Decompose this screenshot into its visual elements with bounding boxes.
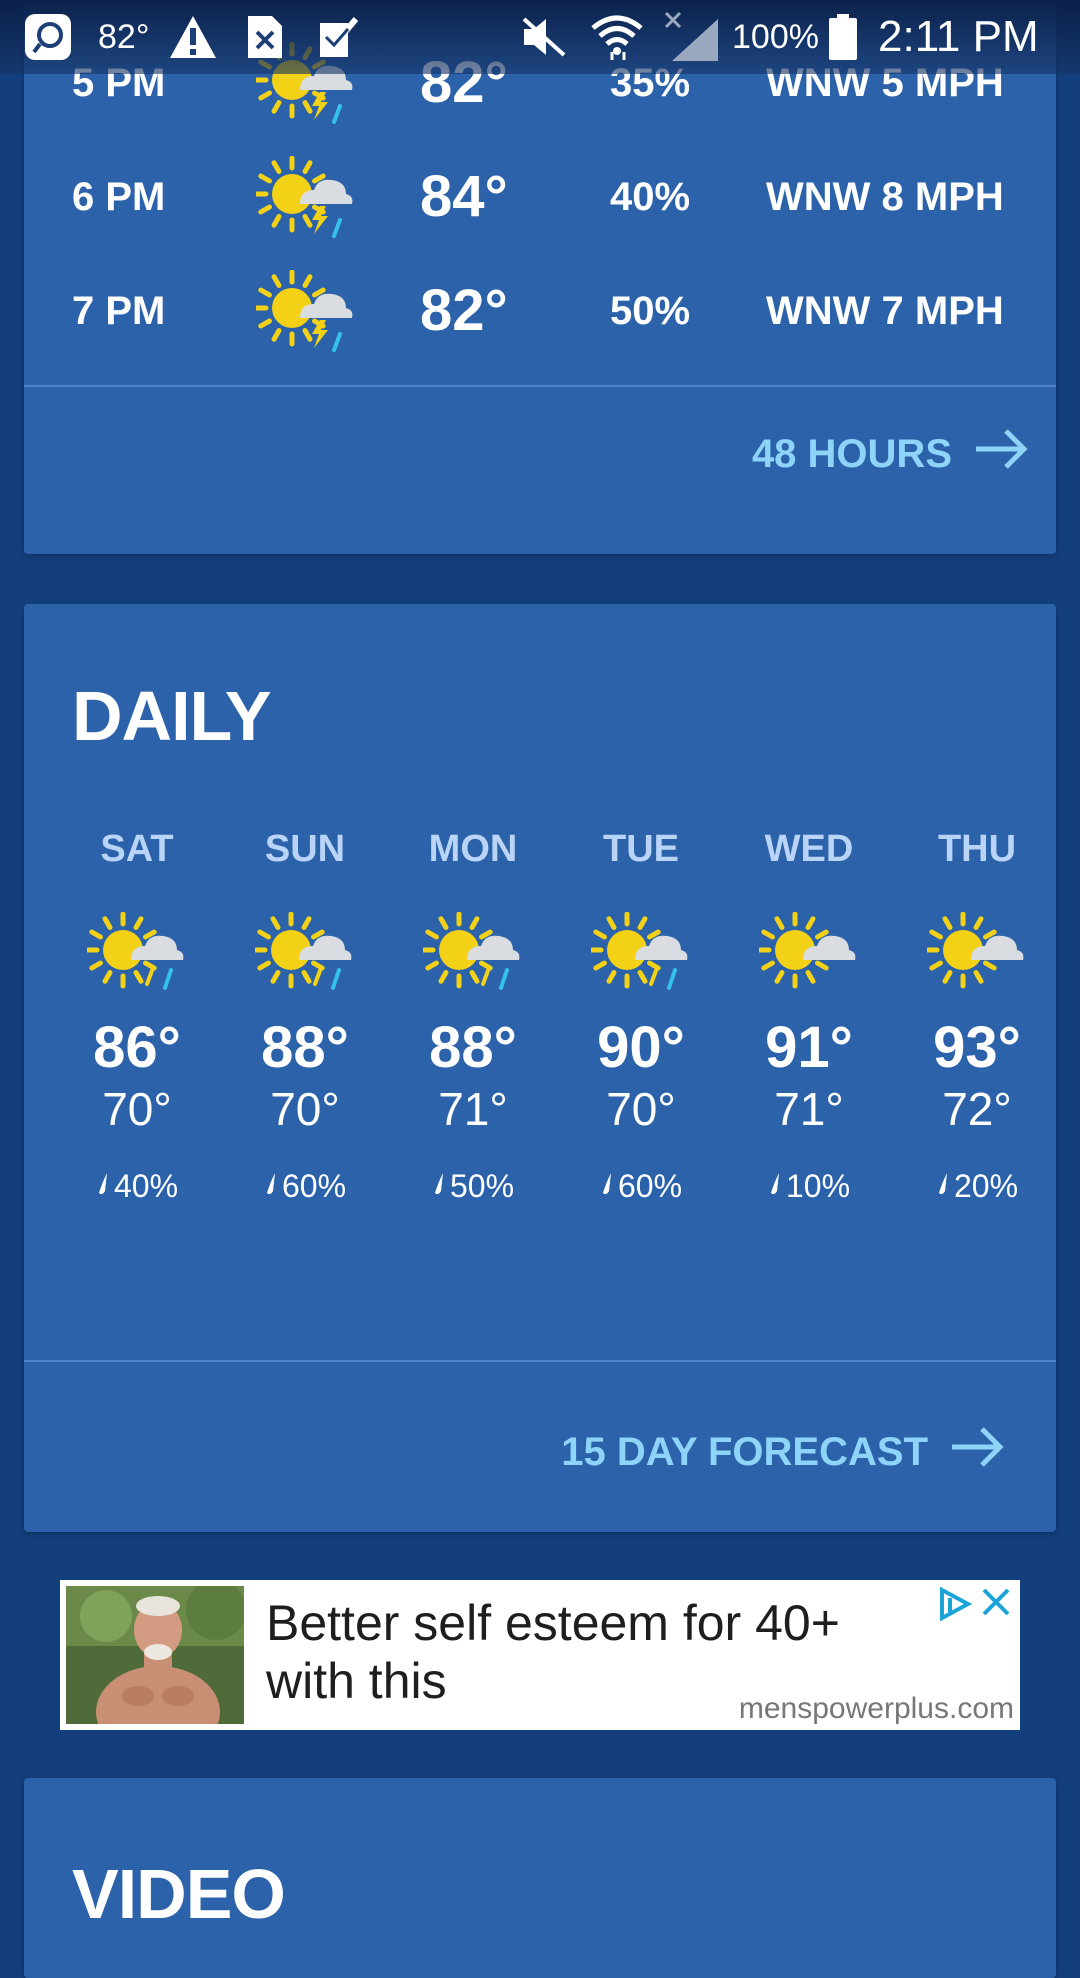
partly-cloudy-icon: [756, 911, 859, 1002]
daily-divider: [24, 1360, 1056, 1362]
day-column[interactable]: SUN 88° 70° 60%: [230, 828, 380, 1248]
day-name: SAT: [100, 828, 174, 870]
mute-icon: [520, 0, 568, 74]
day-name: TUE: [603, 828, 679, 870]
day-low-temp: 70°: [102, 1083, 172, 1135]
day-precip: 10%: [734, 1168, 884, 1205]
ad-banner[interactable]: Better self esteem for 40+ with this men…: [60, 1580, 1020, 1730]
day-column[interactable]: WED 91° 71° 10%: [734, 828, 884, 1248]
day-precip-value: 20%: [953, 1168, 1019, 1204]
raindrop-icon: [600, 1168, 614, 1205]
day-precip: 60%: [230, 1168, 380, 1205]
raindrop-icon: [96, 1168, 110, 1205]
day-precip: 60%: [566, 1168, 716, 1205]
rain-sun-icon: [84, 911, 187, 1002]
arrow-right-icon: [974, 427, 1028, 481]
15-day-forecast-label: 15 DAY FORECAST: [561, 1429, 928, 1474]
day-column[interactable]: TUE 90° 70° 60%: [566, 828, 716, 1248]
day-precip-value: 10%: [785, 1168, 851, 1204]
day-high-temp: 91°: [765, 1015, 853, 1080]
day-precip-value: 60%: [617, 1168, 683, 1204]
day-name: THU: [937, 828, 1017, 870]
day-name: SUN: [264, 828, 346, 870]
thunderstorm-sun-icon: [253, 269, 356, 360]
hour-wind: WNW 8 MPH: [766, 175, 1004, 219]
daily-card: DAILY SAT 86° 70° 40% SUN 88° 70° 60% MON 88° 71° 5…: [24, 604, 1056, 1532]
hour-time: 6 PM: [72, 175, 166, 219]
daily-forecast-row: SAT 86° 70° 40% SUN 88° 70° 60% MON 88° 71° 50% TUE 9…: [24, 828, 1056, 1248]
battery-percent: 100%: [732, 17, 819, 56]
day-high-temp: 88°: [429, 1015, 517, 1080]
hour-precip: 40%: [610, 175, 691, 219]
rain-sun-icon: [420, 911, 523, 1002]
raindrop-icon: [264, 1168, 278, 1205]
48-hours-label: 48 HOURS: [751, 431, 952, 476]
hourly-divider: [24, 385, 1056, 387]
day-low-temp: 72°: [942, 1083, 1012, 1135]
signal-icon: [664, 0, 720, 74]
day-name: MON: [428, 828, 518, 870]
day-column[interactable]: MON 88° 71° 50%: [398, 828, 548, 1248]
day-precip-value: 50%: [449, 1168, 515, 1204]
close-icon[interactable]: [978, 1584, 1014, 1620]
raindrop-icon: [768, 1168, 782, 1205]
thunderstorm-sun-icon: [253, 155, 356, 246]
task-check-icon: [318, 0, 358, 74]
48-hours-link[interactable]: 48 HOURS: [752, 426, 1028, 482]
day-low-temp: 71°: [774, 1083, 844, 1135]
day-high-temp: 93°: [933, 1015, 1021, 1080]
ad-domain: menspowerplus.com: [738, 1692, 1014, 1725]
ad-choices-icon[interactable]: [934, 1584, 974, 1624]
hourly-card: 5 PM 82° 35% WNW 5 MPH 6 PM 84° 40% WNW 8 MPH 7 …: [24, 0, 1056, 554]
rain-sun-icon: [252, 911, 355, 1002]
hour-temp: 84°: [420, 164, 508, 229]
hour-precip: 50%: [610, 289, 691, 333]
partly-cloudy-icon: [924, 911, 1027, 1002]
video-card: VIDEO: [24, 1778, 1056, 1978]
hourly-row: 6 PM 84° 40% WNW 8 MPH: [24, 140, 1056, 254]
sim-error-icon: [246, 0, 284, 74]
daily-title: DAILY: [72, 677, 272, 755]
clock: 2:11 PM: [878, 12, 1039, 61]
ad-image: [66, 1580, 246, 1730]
wifi-icon: [590, 0, 644, 74]
hourly-row: 7 PM 82° 50% WNW 7 MPH: [24, 254, 1056, 368]
raindrop-icon: [432, 1168, 446, 1205]
video-title: VIDEO: [72, 1855, 286, 1933]
hour-temp: 82°: [420, 278, 508, 343]
hour-time: 7 PM: [72, 289, 166, 333]
day-name: WED: [764, 828, 854, 870]
rain-sun-icon: [588, 911, 691, 1002]
day-column[interactable]: THU 93° 72° 20%: [902, 828, 1052, 1248]
raindrop-icon: [936, 1168, 950, 1205]
hour-wind: WNW 7 MPH: [766, 289, 1004, 333]
day-high-temp: 86°: [93, 1015, 181, 1080]
day-high-temp: 90°: [597, 1015, 685, 1080]
day-precip-value: 60%: [281, 1168, 347, 1204]
day-precip: 20%: [902, 1168, 1052, 1205]
battery-icon: [828, 0, 858, 74]
arrow-right-icon: [950, 1425, 1004, 1479]
day-low-temp: 70°: [270, 1083, 340, 1135]
day-precip: 40%: [62, 1168, 212, 1205]
status-temp: 82°: [98, 17, 150, 56]
day-column[interactable]: SAT 86° 70° 40%: [62, 828, 212, 1248]
warning-icon: [168, 0, 218, 74]
day-precip: 50%: [398, 1168, 548, 1205]
day-low-temp: 71°: [438, 1083, 508, 1135]
day-high-temp: 88°: [261, 1015, 349, 1080]
day-precip-value: 40%: [113, 1168, 179, 1204]
day-low-temp: 70°: [606, 1083, 676, 1135]
app-notification-icon: [22, 0, 74, 74]
15-day-forecast-link[interactable]: 15 DAY FORECAST: [561, 1424, 1004, 1480]
status-bar: 82° 100% 2:11 PM: [0, 0, 1080, 74]
